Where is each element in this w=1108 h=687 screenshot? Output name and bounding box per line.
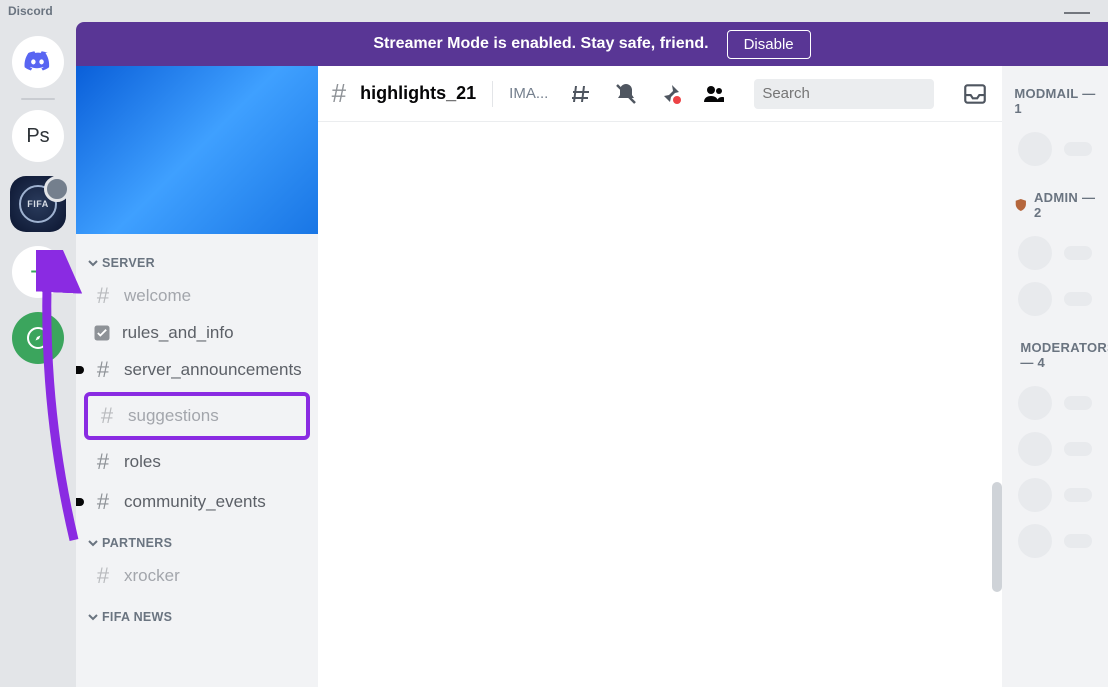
category-partners[interactable]: PARTNERS [84,522,310,556]
server-ps[interactable]: Ps [12,110,64,162]
shield-icon [1014,197,1028,213]
hash-icon: # [332,78,346,109]
channel-suggestions[interactable]: # suggestions [88,396,306,436]
add-server-button[interactable]: + [12,246,64,298]
member-row[interactable] [1014,426,1096,472]
channel-roles[interactable]: # roles [84,442,310,482]
channel-sidebar: SERVER # welcome rules_and_info # server… [76,66,318,687]
streamer-mode-banner: Streamer Mode is enabled. Stay safe, fri… [76,22,1108,66]
channel-header: # highlights_21 IMA... [318,66,1003,122]
role-header-moderators: MODERATORS — 4 [1014,340,1096,370]
category-server[interactable]: SERVER [84,242,310,276]
chat-messages[interactable] [318,122,1003,687]
member-name-placeholder [1064,442,1092,456]
member-name-placeholder [1064,488,1092,502]
member-row[interactable] [1014,518,1096,564]
pinned-messages-icon[interactable] [658,82,682,106]
hash-icon: # [92,283,114,309]
chevron-down-icon [88,538,98,548]
channel-community-events[interactable]: # community_events [84,482,310,522]
fifa-icon: FIFA [19,185,57,223]
avatar [1018,432,1052,466]
server-rail: Ps FIFA + [0,22,76,687]
channel-welcome[interactable]: # welcome [84,276,310,316]
streamer-message: Streamer Mode is enabled. Stay safe, fri… [373,35,708,53]
explore-servers-button[interactable] [12,312,64,364]
chevron-down-icon [88,258,98,268]
minimize-button[interactable] [1064,12,1090,14]
search-box[interactable] [754,79,934,109]
member-row[interactable] [1014,230,1096,276]
avatar [1018,132,1052,166]
member-name-placeholder [1064,292,1092,306]
channel-xrocker[interactable]: # xrocker [84,556,310,596]
channel-rules[interactable]: rules_and_info [84,316,310,350]
home-button[interactable] [12,36,64,88]
avatar [1018,524,1052,558]
content-column: Streamer Mode is enabled. Stay safe, fri… [76,22,1108,687]
rules-icon [92,323,112,343]
annotation-highlight: # suggestions [84,392,310,440]
members-panel: MODMAIL — 1 ADMIN — 2 MODERATORS — 4 [1002,66,1108,687]
member-row[interactable] [1014,380,1096,426]
search-input[interactable] [762,85,961,102]
member-name-placeholder [1064,396,1092,410]
discord-logo-icon [23,50,53,74]
unread-indicator [76,366,84,374]
avatar [1018,236,1052,270]
avatar [1018,386,1052,420]
member-name-placeholder [1064,246,1092,260]
notifications-muted-icon[interactable] [614,82,638,106]
role-header-admin: ADMIN — 2 [1014,190,1096,220]
role-header-modmail: MODMAIL — 1 [1014,86,1096,116]
chevron-down-icon [88,612,98,622]
inbox-icon[interactable] [962,81,988,107]
member-row[interactable] [1014,276,1096,322]
window-titlebar: Discord [0,0,1108,22]
avatar [1018,282,1052,316]
hash-icon: # [96,403,118,429]
channel-list: SERVER # welcome rules_and_info # server… [76,234,318,687]
member-name-placeholder [1064,142,1092,156]
hash-icon: # [92,357,114,383]
divider [492,81,493,107]
member-name-placeholder [1064,534,1092,548]
threads-icon[interactable] [570,82,594,106]
rail-divider [21,98,55,100]
hash-icon: # [92,449,114,475]
server-banner-image[interactable] [76,66,318,234]
member-row[interactable] [1014,472,1096,518]
hash-icon: # [92,489,114,515]
chat-area: # highlights_21 IMA... [318,66,1003,687]
channel-announcements[interactable]: # server_announcements [84,350,310,390]
server-fifa[interactable]: FIFA [10,176,66,232]
hash-icon: # [92,563,114,589]
member-list-icon[interactable] [702,82,726,106]
member-row[interactable] [1014,126,1096,172]
unread-indicator [76,498,84,506]
compass-icon [26,326,50,350]
channel-topic[interactable]: IMA... [509,85,548,102]
channel-title: highlights_21 [360,83,476,104]
disable-streamer-button[interactable]: Disable [727,30,811,59]
avatar [1018,478,1052,512]
category-fifa-news[interactable]: FIFA NEWS [84,596,310,630]
app-name: Discord [8,4,53,18]
